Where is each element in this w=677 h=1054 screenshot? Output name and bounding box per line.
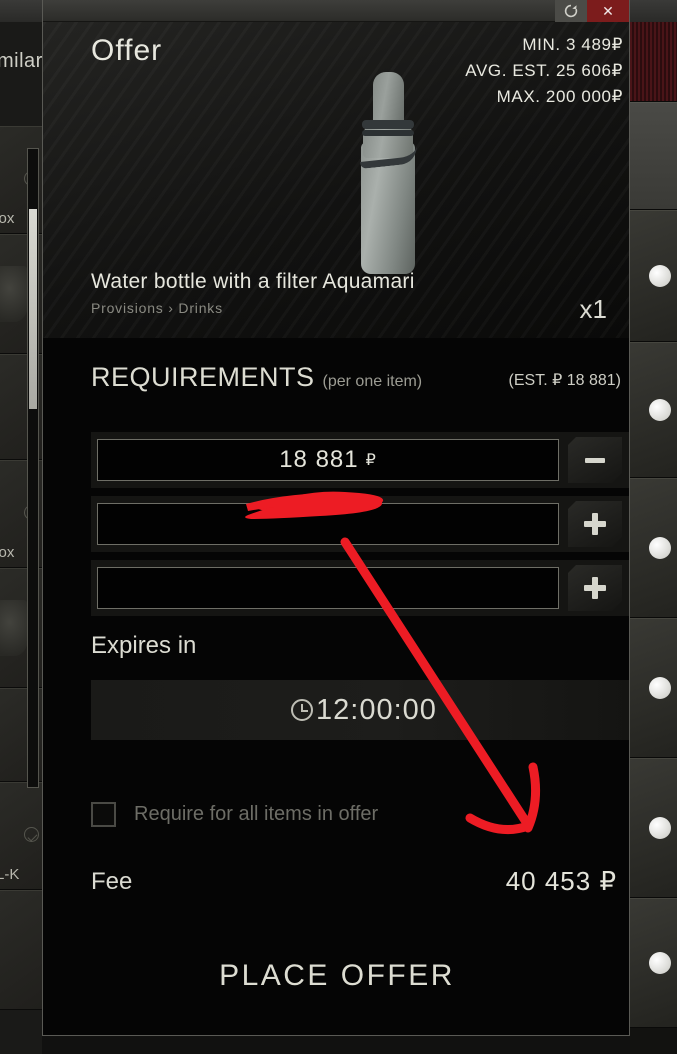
bottle-ring xyxy=(362,120,414,129)
require-all-label: Require for all items in offer xyxy=(134,803,379,825)
currency-symbol: ₽ xyxy=(611,87,623,106)
remove-requirement-button[interactable] xyxy=(568,437,622,483)
list-item[interactable] xyxy=(0,890,42,1010)
background-scrollbar[interactable] xyxy=(27,148,39,788)
list-item-label: EL-K xyxy=(0,866,20,883)
requirement-input[interactable] xyxy=(97,503,559,545)
item-thumbnail-icon xyxy=(649,952,671,974)
item-thumbnail-icon xyxy=(649,817,671,839)
place-offer-button[interactable]: PLACE OFFER xyxy=(43,940,629,1012)
background-left-column: milar tbox tbox EL-K xyxy=(0,22,42,1054)
refresh-icon[interactable] xyxy=(555,0,587,22)
list-item[interactable] xyxy=(630,898,677,1028)
dialog-title: Offer xyxy=(91,34,163,67)
fee-label: Fee xyxy=(91,868,133,895)
add-requirement-button[interactable] xyxy=(568,501,622,547)
requirement-value: 18 881 xyxy=(279,446,359,473)
close-icon[interactable]: ✕ xyxy=(587,0,629,22)
offer-dialog: ✕ Offer MIN. 3 489₽ AVG. EST. 25 606₽ MA… xyxy=(42,0,630,1036)
requirements-estimate: (EST. ₽ 18 881) xyxy=(508,372,621,389)
dialog-titlebar: ✕ xyxy=(43,0,629,22)
price-avg: AVG. EST. 25 606 xyxy=(465,61,612,80)
list-item[interactable] xyxy=(630,102,677,210)
plus-icon xyxy=(584,513,606,535)
plus-icon xyxy=(584,577,606,599)
item-thumbnail-icon xyxy=(0,600,28,656)
currency-symbol: ₽ xyxy=(611,61,623,80)
fee-value: 40 453 ₽ xyxy=(505,866,617,896)
requirements-header: REQUIREMENTS (per one item) xyxy=(91,362,422,393)
background-left-title: milar xyxy=(0,50,42,72)
requirement-row: 18 881 ₽ xyxy=(91,432,629,488)
bottle-cap xyxy=(373,72,404,126)
requirements-title: REQUIREMENTS xyxy=(91,362,315,392)
clock-icon xyxy=(291,699,314,721)
add-requirement-button[interactable] xyxy=(568,565,622,611)
expires-time: 12:00:00 xyxy=(316,693,437,726)
list-item[interactable]: EL-K xyxy=(0,782,42,890)
item-thumbnail-icon xyxy=(0,266,28,322)
list-item[interactable] xyxy=(630,618,677,758)
item-thumbnail-icon xyxy=(649,677,671,699)
currency-symbol: ₽ xyxy=(611,35,623,54)
item-thumbnail-icon xyxy=(649,265,671,287)
require-all-checkbox[interactable] xyxy=(91,802,116,827)
currency-symbol: ₽ xyxy=(365,452,377,469)
expires-label: Expires in xyxy=(91,632,197,659)
list-item[interactable] xyxy=(630,342,677,478)
price-min: MIN. 3 489 xyxy=(522,35,612,54)
scrollbar-thumb[interactable] xyxy=(29,209,37,409)
check-icon xyxy=(24,827,39,842)
item-thumbnail-icon xyxy=(649,399,671,421)
price-max: MAX. 200 000 xyxy=(496,87,612,106)
list-item-label: tbox xyxy=(0,544,15,561)
requirement-input[interactable]: 18 881 ₽ xyxy=(97,439,559,481)
require-all-row[interactable]: Require for all items in offer xyxy=(91,802,378,827)
list-item-label: tbox xyxy=(0,210,15,227)
refresh-glyph xyxy=(564,4,578,18)
list-item[interactable] xyxy=(630,478,677,618)
item-quantity: x1 xyxy=(579,294,607,324)
item-name: Water bottle with a filter Aquamari xyxy=(91,270,415,293)
list-item[interactable] xyxy=(630,22,677,102)
requirement-input[interactable] xyxy=(97,567,559,609)
list-item[interactable] xyxy=(630,758,677,898)
background-right-column xyxy=(630,22,677,1054)
offer-hero: Offer MIN. 3 489₽ AVG. EST. 25 606₽ MAX.… xyxy=(43,22,629,338)
expires-field[interactable]: 12:00:00 xyxy=(91,680,629,740)
requirement-row xyxy=(91,496,629,552)
screen: milar tbox tbox EL-K xyxy=(0,0,677,1054)
breadcrumb: Provisions › Drinks xyxy=(91,300,223,316)
item-thumbnail-icon xyxy=(649,537,671,559)
bottle-ring-lower xyxy=(362,130,414,136)
water-bottle-image xyxy=(355,64,421,274)
requirement-row xyxy=(91,560,629,616)
list-item[interactable] xyxy=(630,210,677,342)
requirements-subtitle: (per one item) xyxy=(322,373,423,390)
price-summary: MIN. 3 489₽ AVG. EST. 25 606₽ MAX. 200 0… xyxy=(465,32,623,110)
minus-icon xyxy=(585,458,605,463)
